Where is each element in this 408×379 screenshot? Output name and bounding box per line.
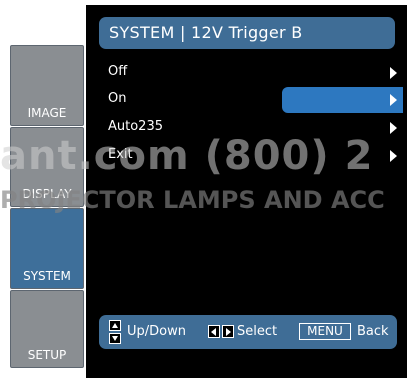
up-down-keys-icon	[109, 320, 121, 344]
watermark-line-1: ant.com (800) 2	[0, 133, 374, 179]
menu-item-label: Off	[108, 64, 128, 79]
tab-setup-label: SETUP	[27, 348, 67, 362]
tab-image[interactable]: IMAGE	[10, 45, 84, 126]
tab-system-label: SYSTEM	[23, 269, 71, 283]
page-title: SYSTEM | 12V Trigger B	[99, 17, 395, 49]
tab-image-label: IMAGE	[27, 106, 67, 120]
help-bar: Up/Down Select MENU Back	[99, 315, 397, 349]
help-back-text: Back	[357, 324, 389, 339]
up-arrow-icon	[109, 320, 121, 331]
selection-highlight	[282, 87, 403, 113]
menu-item-label: On	[108, 91, 127, 106]
menu-item-on[interactable]: On	[86, 87, 407, 113]
tab-system[interactable]: SYSTEM	[10, 208, 84, 289]
menu-item-label: Auto235	[108, 119, 163, 134]
right-arrow-icon	[222, 325, 234, 338]
down-arrow-icon	[109, 333, 121, 344]
menu-key-label: MENU	[299, 323, 351, 340]
chevron-right-icon	[390, 94, 397, 106]
help-select-text: Select	[237, 324, 278, 339]
menu-item-off[interactable]: Off	[86, 60, 407, 86]
tab-setup[interactable]: SETUP	[10, 290, 84, 368]
chevron-right-icon	[390, 67, 397, 79]
left-right-keys-icon	[208, 325, 234, 338]
watermark-line-2: PROJECTOR LAMPS AND ACC	[0, 186, 385, 214]
left-arrow-icon	[208, 325, 220, 338]
help-updown-text: Up/Down	[127, 324, 186, 339]
